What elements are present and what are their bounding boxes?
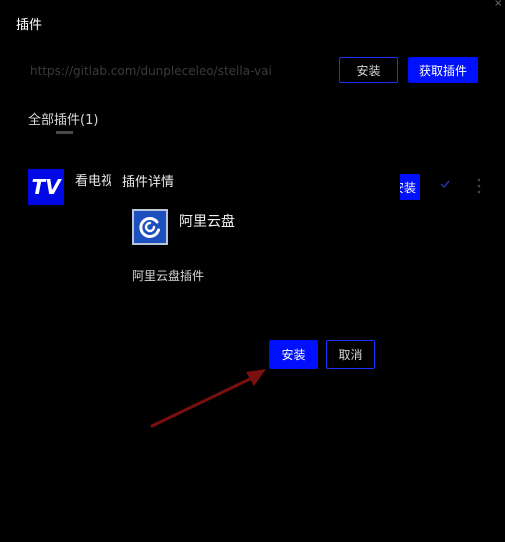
dialog-title: 插件详情 (122, 175, 175, 190)
tab-active-indicator (56, 131, 73, 134)
aliyun-drive-glyph (139, 217, 160, 238)
plugin-name: 看电视 (75, 174, 111, 189)
more-vertical-icon[interactable] (477, 178, 481, 194)
window-title: 插件 (16, 18, 43, 33)
tab-all-plugins[interactable]: 全部插件(1) (28, 109, 98, 128)
dialog-plugin-description: 阿里云盘插件 (132, 269, 205, 283)
aliyun-drive-icon (132, 209, 168, 245)
plugin-action-button[interactable]: 安装 (400, 174, 420, 200)
tv-logo-text: TV (31, 175, 61, 199)
dialog-plugin-name: 阿里云盘 (179, 214, 235, 230)
tv-logo-icon: TV (28, 169, 64, 205)
plugin-action-label: 安装 (400, 180, 417, 195)
dialog-cancel-button[interactable]: 取消 (326, 340, 375, 369)
close-icon[interactable]: × (494, 0, 502, 9)
plugin-url-input[interactable] (24, 58, 336, 84)
dialog-install-button[interactable]: 安装 (269, 340, 318, 369)
check-icon[interactable] (440, 180, 450, 188)
install-button[interactable]: 安装 (339, 57, 398, 83)
get-plugins-button[interactable]: 获取插件 (408, 57, 478, 83)
